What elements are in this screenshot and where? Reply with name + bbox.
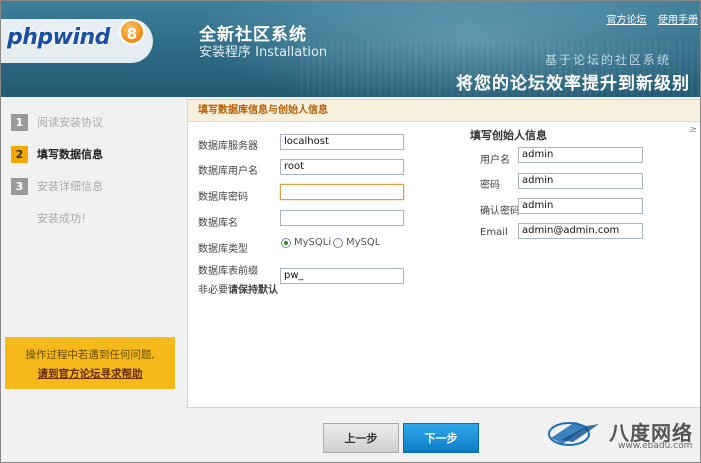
next-step-button[interactable]: 下一步 xyxy=(403,423,479,453)
prev-step-button[interactable]: 上一步 xyxy=(323,423,399,453)
radio-dot[interactable] xyxy=(281,237,291,248)
db-prefix-label: 数据库表前缀 xyxy=(198,266,258,277)
step-number: 2 xyxy=(11,145,28,163)
ebadu-logo-icon xyxy=(548,422,599,446)
db-prefix-input[interactable]: pw_ xyxy=(280,268,404,284)
form-panel: 填写数据库信息与创始人信息 数据库服务器 localhost 数据库用户名 ro… xyxy=(187,99,700,408)
founder-email-label: Email xyxy=(480,227,508,238)
founder-password-label: 密码 xyxy=(480,180,500,191)
help-forum-link[interactable]: 请到官方论坛寻求帮助 xyxy=(5,366,175,381)
help-box: 操作过程中若遇到任何问题, 请到官方论坛寻求帮助 xyxy=(5,337,175,389)
help-text: 操作过程中若遇到任何问题, xyxy=(25,349,155,361)
db-server-input[interactable]: localhost xyxy=(280,134,404,150)
step-label: 安装成功！ xyxy=(37,212,92,225)
founder-confirm-label: 确认密码 xyxy=(480,206,520,217)
step-label: 填写数据信息 xyxy=(37,148,103,161)
step-install-success: 安装成功！ xyxy=(11,207,171,229)
founder-password-input[interactable]: admin xyxy=(518,173,643,189)
prefix-hint-text: 非必要 xyxy=(198,285,228,296)
steps-sidebar: 1 阅读安装协议 2 填写数据信息 3 安装详细信息 安装成功！ xyxy=(1,97,175,462)
prefix-hint-bold: 请保持默认 xyxy=(228,285,278,296)
founder-email-input[interactable]: admin@admin.com xyxy=(518,223,643,239)
panel-title: 填写数据库信息与创始人信息 xyxy=(188,100,700,122)
official-forum-link[interactable]: 官方论坛 xyxy=(607,15,647,26)
founder-section-title: 填写创始人信息 xyxy=(470,129,547,142)
founder-username-input[interactable]: admin xyxy=(518,147,643,163)
user-manual-link[interactable]: 使用手册 xyxy=(658,15,698,26)
watermark-url: www.ebadu.com xyxy=(618,441,693,451)
db-user-label: 数据库用户名 xyxy=(198,166,258,177)
founder-confirm-input[interactable]: admin xyxy=(518,198,643,214)
scroll-marker: ≥ xyxy=(689,125,697,135)
phpwind-logo: phpwind xyxy=(7,25,110,50)
radio-dot[interactable] xyxy=(333,237,343,248)
step-label: 阅读安装协议 xyxy=(37,116,103,129)
db-type-label: 数据库类型 xyxy=(198,244,248,255)
step-fill-data: 2 填写数据信息 xyxy=(11,143,171,165)
step-read-agreement: 1 阅读安装协议 xyxy=(11,111,171,133)
step-label: 安装详细信息 xyxy=(37,180,103,193)
radio-label: MySQLi xyxy=(294,237,332,248)
logo-version-badge: 8 xyxy=(119,19,145,45)
db-password-label: 数据库密码 xyxy=(198,192,248,203)
db-name-label: 数据库名 xyxy=(198,218,238,229)
system-subtitle: 安装程序 Installation xyxy=(199,45,328,60)
step-number: 3 xyxy=(11,177,28,195)
db-prefix-hint: 非必要请保持默认 xyxy=(198,281,278,296)
db-type-mysqli-radio[interactable]: MySQLi xyxy=(281,237,331,248)
db-type-mysql-radio[interactable]: MySQL xyxy=(333,237,380,248)
db-user-input[interactable]: root xyxy=(280,159,404,175)
db-name-input[interactable] xyxy=(280,210,404,226)
founder-username-label: 用户名 xyxy=(480,155,510,166)
slogan-line2: 将您的论坛效率提升到新级别 xyxy=(456,74,690,94)
db-password-input[interactable] xyxy=(280,184,404,200)
header-banner: phpwind 8 全新社区系统 安装程序 Installation 官方论坛 … xyxy=(1,1,700,97)
step-number: 1 xyxy=(11,113,28,131)
top-links: 官方论坛 使用手册 xyxy=(599,11,699,26)
db-server-label: 数据库服务器 xyxy=(198,141,258,152)
radio-label: MySQL xyxy=(346,237,381,248)
step-install-details: 3 安装详细信息 xyxy=(11,175,171,197)
installer-window: phpwind 8 全新社区系统 安装程序 Installation 官方论坛 … xyxy=(0,0,701,463)
slogan-line1: 基于论坛的社区系统 xyxy=(545,53,672,67)
